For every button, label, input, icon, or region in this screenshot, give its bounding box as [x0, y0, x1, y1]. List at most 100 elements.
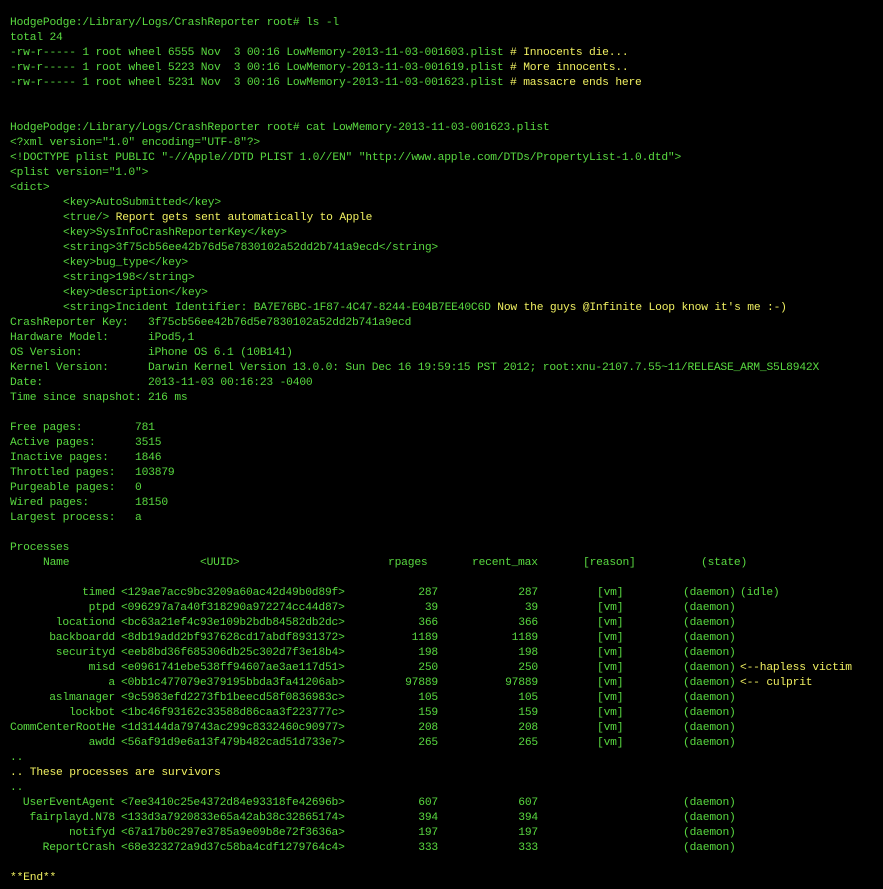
terminal-window[interactable]: HodgePodge:/Library/Logs/CrashReporter r…	[0, 0, 883, 889]
process-name: ptpd	[88, 602, 116, 614]
process-rpages: 265	[418, 737, 438, 749]
process-rpages: 208	[418, 722, 438, 734]
process-rpages: 333	[418, 842, 438, 854]
process-name: securityd	[55, 647, 115, 659]
plist-body-line: <string>3f75cb56ee42b76d5e7830102a52dd2b…	[63, 242, 439, 254]
end-marker: **End**	[10, 872, 57, 884]
ls-file-comment: # More innocents..	[510, 62, 629, 74]
process-state: (daemon)	[683, 842, 736, 854]
plist-body-line: <string>198</string>	[63, 272, 195, 284]
process-uuid: <129ae7acc9bc3209a60ac42d49b0d89f>	[121, 587, 345, 599]
process-uuid: <eeb8bd36f685306db25c302d7f3e18b4>	[121, 647, 345, 659]
process-name: locationd	[55, 617, 115, 629]
process-rpages: 105	[418, 692, 438, 704]
plist-header-line: <dict>	[10, 182, 50, 194]
process-recent-max: 198	[518, 647, 538, 659]
process-name: awdd	[88, 737, 116, 749]
process-reason: [vm]	[597, 602, 624, 614]
process-name: timed	[82, 587, 115, 599]
process-name: aslmanager	[49, 692, 115, 704]
process-state: (daemon)	[683, 587, 736, 599]
plist-body-line: <key>bug_type</key>	[63, 257, 189, 269]
process-reason: [vm]	[597, 692, 624, 704]
process-rpages: 198	[418, 647, 438, 659]
process-uuid: <8db19add2bf937628cd17abdf8931372>	[121, 632, 345, 644]
process-name: misd	[88, 662, 116, 674]
process-state: (daemon)	[683, 737, 736, 749]
plist-body-line: <key>description</key>	[63, 287, 208, 299]
ls-file-row: -rw-r----- 1 root wheel 5231 Nov 3 00:16…	[10, 77, 642, 89]
process-uuid: <096297a7a40f318290a972274cc44d87>	[121, 602, 345, 614]
process-rpages: 287	[418, 587, 438, 599]
process-recent-max: 97889	[505, 677, 538, 689]
process-uuid: <bc63a21ef4c93e109b2bdb84582db2dc>	[121, 617, 345, 629]
process-rpages: 607	[418, 797, 438, 809]
process-reason: [vm]	[597, 677, 624, 689]
process-name: notifyd	[68, 827, 115, 839]
survivors-dots: ..	[10, 752, 24, 764]
process-recent-max: 366	[518, 617, 538, 629]
prompt-line-ls: HodgePodge:/Library/Logs/CrashReporter r…	[10, 16, 339, 31]
process-rpages: 250	[418, 662, 438, 674]
process-recent-max: 159	[518, 707, 538, 719]
process-name: ReportCrash	[42, 842, 116, 854]
process-state: (daemon)	[683, 797, 736, 809]
process-extra: <--hapless victim	[740, 662, 852, 674]
ls-file-row: -rw-r----- 1 root wheel 5223 Nov 3 00:16…	[10, 62, 629, 74]
process-rpages: 197	[418, 827, 438, 839]
ls-file-comment: # massacre ends here	[510, 77, 642, 89]
process-rpages: 394	[418, 812, 438, 824]
process-recent-max: 208	[518, 722, 538, 734]
process-reason: [vm]	[597, 737, 624, 749]
plist-body-line: <key>SysInfoCrashReporterKey</key>	[63, 227, 287, 239]
ls-file-row: -rw-r----- 1 root wheel 6555 Nov 3 00:16…	[10, 47, 629, 59]
process-state: (daemon)	[683, 812, 736, 824]
process-uuid: <0bb1c477079e379195bbda3fa41206ab>	[121, 677, 345, 689]
process-uuid: <67a17b0c297e3785a9e09b8e72f3636a>	[121, 827, 345, 839]
process-recent-max: 607	[518, 797, 538, 809]
plist-header-line: <!DOCTYPE plist PUBLIC "-//Apple//DTD PL…	[10, 152, 682, 164]
plist-body-line: <key>AutoSubmitted</key>	[63, 197, 221, 209]
process-reason: [vm]	[597, 587, 624, 599]
process-rpages: 1189	[411, 632, 439, 644]
process-state: (daemon)	[683, 827, 736, 839]
process-uuid: <9c5983efd2273fb1beecd58f0836983c>	[121, 692, 345, 704]
process-state: (daemon)	[683, 692, 736, 704]
process-name: CommCenterRootHe	[10, 722, 116, 734]
command-text: cat LowMemory-2013-11-03-001623.plist	[299, 122, 550, 134]
process-state: (daemon)	[683, 632, 736, 644]
process-recent-max: 394	[518, 812, 538, 824]
process-recent-max: 105	[518, 692, 538, 704]
survivors-note: .. These processes are survivors	[10, 767, 221, 779]
shell-prompt: HodgePodge:/Library/Logs/CrashReporter r…	[10, 17, 300, 29]
process-state: (daemon)	[683, 722, 736, 734]
process-uuid: <68e323272a9d37c58ba4cdf1279764c4>	[121, 842, 345, 854]
process-state: (daemon)	[683, 677, 736, 689]
plist-body-line: <true/> Report gets sent automatically t…	[63, 212, 373, 224]
process-uuid: <1d3144da79743ac299c8332460c90977>	[121, 722, 345, 734]
process-reason: [vm]	[597, 632, 624, 644]
process-extra: (idle)	[740, 587, 780, 599]
plist-header-line: <?xml version="1.0" encoding="UTF-8"?>	[10, 137, 261, 149]
process-rpages: 39	[424, 602, 438, 614]
process-extra: <-- culprit	[740, 677, 813, 689]
process-recent-max: 287	[518, 587, 538, 599]
process-rpages: 97889	[405, 677, 438, 689]
process-name: lockbot	[68, 707, 115, 719]
process-state: (daemon)	[683, 662, 736, 674]
annotation-comment: Now the guys @Infinite Loop know it's me…	[490, 302, 787, 314]
ls-file-comment: # Innocents die...	[510, 47, 629, 59]
prompt-line-cat: HodgePodge:/Library/Logs/CrashReporter r…	[10, 121, 550, 136]
process-state: (daemon)	[683, 602, 736, 614]
plist-body-line: <string>Incident Identifier: BA7E76BC-1F…	[63, 302, 787, 314]
process-state: (daemon)	[683, 617, 736, 629]
process-name: a	[108, 677, 115, 689]
process-recent-max: 250	[518, 662, 538, 674]
process-state: (daemon)	[683, 647, 736, 659]
shell-prompt: HodgePodge:/Library/Logs/CrashReporter r…	[10, 122, 300, 134]
process-rpages: 366	[418, 617, 438, 629]
process-rpages: 159	[418, 707, 438, 719]
process-reason: [vm]	[597, 617, 624, 629]
process-state: (daemon)	[683, 707, 736, 719]
command-text: ls -l	[299, 17, 339, 29]
